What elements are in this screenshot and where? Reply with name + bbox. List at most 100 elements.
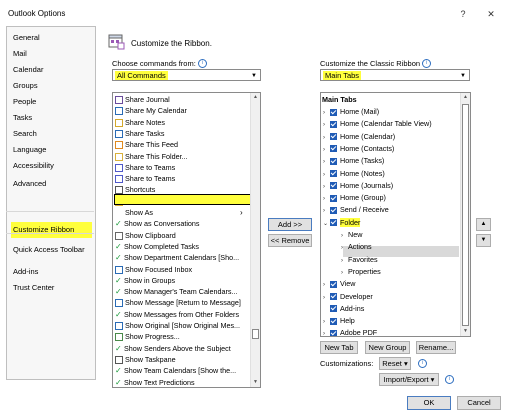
command-item[interactable]: Show Message [Return to Message] [115, 297, 241, 308]
checkbox-checked-icon[interactable] [330, 194, 337, 202]
cancel-button[interactable]: Cancel [457, 396, 501, 410]
tree-item[interactable]: › Adobe PDF [323, 327, 377, 336]
nav-item-trust-center[interactable]: Trust Center [13, 283, 54, 292]
command-item[interactable]: Share to Teams [115, 162, 175, 173]
tree-scrollbar[interactable]: ▲ ▼ [460, 93, 470, 336]
tree-item[interactable]: › Developer [323, 291, 373, 302]
help-button[interactable]: ? [456, 7, 470, 21]
command-item[interactable]: Show As [115, 207, 153, 218]
commands-list[interactable]: Share Journal Share My Calendar Share Note… [112, 92, 261, 388]
command-item[interactable]: Share Journal [115, 94, 170, 105]
new-group-button[interactable]: New Group [365, 341, 410, 354]
checkbox-checked-icon[interactable] [330, 133, 337, 141]
chevron-down-icon[interactable]: ⌄ [323, 219, 330, 230]
tree-item[interactable]: › Home (Contacts) [323, 143, 394, 154]
command-item[interactable]: ✓ Show Messages from Other Folders [115, 309, 239, 320]
tree-item[interactable]: › Home (Mail) [323, 106, 379, 117]
command-item[interactable]: ✓ Show Team Calendars [Show the... [115, 365, 236, 376]
scroll-thumb[interactable] [252, 329, 259, 339]
command-item[interactable]: ✓ Show as Conversations [115, 218, 200, 229]
tree-item[interactable]: › Home (Journals) [323, 180, 393, 191]
command-item[interactable]: ✓ Show Department Calendars [Sho... [115, 252, 239, 263]
tree-item[interactable]: › Send / Receive [323, 204, 389, 215]
tree-item[interactable]: ⌄ Folder [323, 217, 361, 230]
command-item[interactable]: Show Focused Inbox [115, 264, 192, 275]
checkbox-checked-icon[interactable] [330, 182, 337, 190]
new-tab-button[interactable]: New Tab [320, 341, 358, 354]
scroll-up-icon[interactable]: ▲ [461, 93, 470, 102]
command-item[interactable]: ✓ Show Text Predictions [115, 377, 195, 388]
tree-item[interactable]: › Home (Calendar) [323, 131, 395, 142]
command-item[interactable]: ✓ Show Manager's Team Calendars... [115, 286, 238, 297]
scroll-thumb[interactable] [462, 104, 469, 326]
command-item[interactable]: Show Taskpane [115, 354, 176, 365]
command-item[interactable]: Show Clipboard [115, 230, 176, 241]
nav-item-groups[interactable]: Groups [13, 81, 38, 90]
command-item[interactable]: ✓ Show in Groups [115, 275, 175, 286]
tree-item[interactable]: › Home (Calendar Table View) [323, 118, 432, 129]
move-up-button[interactable]: ▲ [476, 218, 491, 231]
nav-item-general[interactable]: General [13, 33, 40, 42]
command-item[interactable]: Share Tasks [115, 128, 164, 139]
checkbox-checked-icon[interactable] [330, 120, 337, 128]
scroll-down-icon[interactable]: ▼ [251, 378, 260, 387]
checkbox-checked-icon[interactable] [330, 108, 337, 116]
checkbox-checked-icon[interactable] [330, 280, 337, 288]
command-item[interactable]: Share Notes [115, 117, 165, 128]
nav-item-accessibility[interactable]: Accessibility [13, 161, 54, 170]
ok-button[interactable]: OK [407, 396, 451, 410]
scroll-up-icon[interactable]: ▲ [251, 93, 260, 102]
command-item[interactable]: Show Progress... [115, 331, 180, 342]
tree-item[interactable]: › Properties [341, 266, 381, 277]
tree-item[interactable]: › Favorites [341, 254, 378, 265]
command-item[interactable]: Share My Calendar [115, 105, 187, 116]
tree-item[interactable]: › Help [323, 315, 355, 326]
checkbox-checked-icon[interactable] [330, 317, 337, 325]
nav-item-language[interactable]: Language [13, 145, 46, 154]
nav-item-add-ins[interactable]: Add-ins [13, 267, 38, 276]
close-button[interactable]: ✕ [484, 7, 498, 21]
rename-button[interactable]: Rename... [416, 341, 456, 354]
nav-item-mail[interactable]: Mail [13, 49, 27, 58]
checkbox-checked-icon[interactable] [330, 206, 337, 214]
reset-button[interactable]: Reset ▾ [379, 357, 411, 370]
scroll-down-icon[interactable]: ▼ [461, 327, 470, 336]
tree-item[interactable]: Add-ins [323, 303, 364, 314]
import-export-button[interactable]: Import/Export ▾ [379, 373, 439, 386]
command-item[interactable]: Share to Teams [115, 173, 175, 184]
command-item[interactable]: Share This Folder... [115, 151, 188, 162]
nav-item-people[interactable]: People [13, 97, 36, 106]
tree-item[interactable]: › Actions [341, 241, 372, 252]
tree-item[interactable]: › Home (Tasks) [323, 155, 384, 166]
checkbox-checked-icon[interactable] [330, 329, 337, 336]
checkbox-checked-icon[interactable] [330, 170, 337, 178]
choose-commands-dropdown[interactable]: All Commands ▼ [112, 69, 261, 81]
remove-button[interactable]: << Remove [268, 234, 312, 247]
checkbox-checked-icon[interactable] [330, 145, 337, 153]
add-button[interactable]: Add >> [268, 218, 312, 231]
tree-item[interactable]: › View [323, 278, 355, 289]
tree-item-label: Developer [340, 291, 373, 301]
nav-item-search[interactable]: Search [13, 129, 37, 138]
nav-item-quick-access-toolbar[interactable]: Quick Access Toolbar [13, 245, 85, 254]
checkbox-checked-icon[interactable] [330, 219, 337, 227]
nav-item-tasks[interactable]: Tasks [13, 113, 32, 122]
command-item[interactable]: Show Original [Show Original Mes... [115, 320, 240, 331]
nav-item-calendar[interactable]: Calendar [13, 65, 43, 74]
checkbox-checked-icon[interactable] [330, 157, 337, 165]
tree-item[interactable]: › Home (Group) [323, 192, 386, 203]
chevron-right-icon[interactable]: › [323, 329, 330, 336]
tree-item[interactable]: › Home (Notes) [323, 168, 385, 179]
tree-item[interactable]: › New [341, 229, 362, 240]
command-item[interactable]: ✓ Show Senders Above the Subject [115, 343, 231, 354]
nav-item-advanced[interactable]: Advanced [13, 179, 46, 188]
command-item[interactable]: Share This Feed [115, 139, 178, 150]
customize-ribbon-dropdown[interactable]: Main Tabs ▼ [320, 69, 470, 81]
checkbox-checked-icon[interactable] [330, 293, 337, 301]
commands-scrollbar[interactable]: ▲ ▼ [250, 93, 260, 387]
move-down-button[interactable]: ▼ [476, 234, 491, 247]
check-icon: ✓ [115, 309, 122, 319]
command-item[interactable]: ✓ Show Completed Tasks [115, 241, 199, 252]
checkbox-checked-icon[interactable] [330, 305, 337, 313]
ribbon-tabs-tree[interactable]: Main Tabs › Home (Mail) › Home (Calendar Ta… [320, 92, 471, 337]
